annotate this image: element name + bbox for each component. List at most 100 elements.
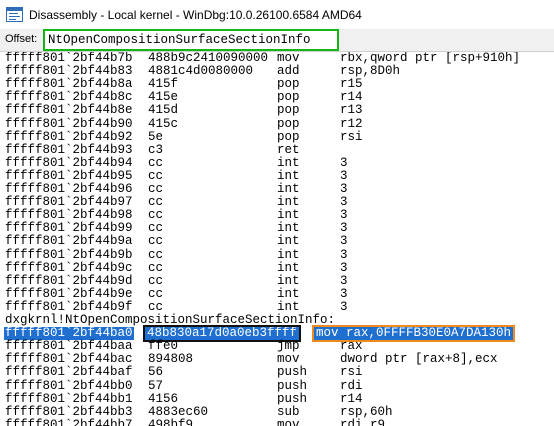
instruction-address: fffff801`2bf44baf [5, 365, 133, 380]
instruction-mnemonic: jmp [277, 339, 300, 354]
instruction-mnemonic: mov [277, 52, 300, 65]
instruction-bytes: cc [148, 234, 164, 249]
instruction-operands: r12 [340, 116, 363, 131]
instruction-operands: 3 [340, 286, 348, 301]
instruction-operands: rsi [340, 365, 363, 380]
instruction-operands: rdi [340, 378, 363, 393]
instruction-bytes: 4881c4d0080000 [148, 64, 254, 79]
instruction-mnemonic: add [277, 64, 300, 79]
instruction-bytes: 488b9c2410090000 [148, 52, 269, 65]
instruction-mnemonic: sub [277, 404, 300, 419]
instruction-operands: r14 [340, 391, 363, 406]
instruction-mnemonic: int [277, 247, 300, 262]
instruction-address: fffff801`2bf44b95 [5, 168, 133, 183]
window-title: Disassembly - Local kernel - WinDbg:10.0… [29, 7, 362, 22]
instruction-operands: dword ptr [rax+8],ecx [340, 352, 498, 367]
instruction-bytes: 57 [148, 378, 164, 393]
instruction-address: fffff801`2bf44b8a [5, 77, 133, 92]
instruction-address: fffff801`2bf44b92 [5, 129, 133, 144]
instruction-bytes: 498bf9 [148, 417, 194, 426]
instruction-operands: rbx,qword ptr [rsp+910h] [340, 52, 521, 65]
instruction-mnemonic: pop [277, 90, 300, 105]
instruction-operands: 3 [340, 208, 348, 223]
instruction-address: fffff801`2bf44bb7 [5, 417, 133, 426]
offset-bar: Offset: NtOpenCompositionSurfaceSectionI… [0, 29, 554, 52]
instruction-address: fffff801`2bf44b8c [5, 90, 133, 105]
instruction-mnemonic: ret [277, 142, 300, 157]
instruction-address: fffff801`2bf44b9d [5, 273, 133, 288]
offset-label: Offset: [5, 33, 38, 45]
current-instruction-bytes: 48b830a17d0a0eb3ffff [142, 325, 302, 343]
instruction-operands: 3 [340, 182, 348, 196]
instruction-operands: r15 [340, 77, 363, 92]
instruction-address: fffff801`2bf44bb3 [5, 404, 133, 419]
instruction-bytes: 415e [148, 90, 179, 105]
instruction-bytes: 56 [148, 365, 164, 380]
instruction-bytes: 5e [148, 129, 164, 144]
instruction-bytes: c3 [148, 142, 164, 157]
instruction-mnemonic: int [277, 221, 300, 236]
instruction-address: fffff801`2bf44b90 [5, 116, 133, 131]
instruction-bytes: cc [148, 221, 164, 236]
current-instruction-address: fffff801`2bf44ba0 [4, 326, 134, 341]
instruction-bytes: cc [148, 273, 164, 288]
instruction-bytes: cc [148, 286, 164, 301]
instruction-operands: 3 [340, 299, 348, 314]
instruction-mnemonic: pop [277, 129, 300, 144]
instruction-operands: r13 [340, 103, 363, 118]
instruction-mnemonic: int [277, 155, 300, 170]
disassembly-view[interactable]: fffff801`2bf44b7b 488b9c2410090000 mov rbx,… [0, 52, 554, 426]
instruction-address: fffff801`2bf44bb1 [5, 391, 133, 406]
instruction-address: fffff801`2bf44bb0 [5, 378, 133, 393]
disassembly-window-icon [6, 7, 23, 22]
instruction-operands: 3 [340, 155, 348, 170]
instruction-operands: 3 [340, 234, 348, 249]
instruction-operands: r14 [340, 90, 363, 105]
instruction-address: fffff801`2bf44b7b [5, 52, 133, 65]
symbol-label: dxgkrnl!NtOpenCompositionSurfaceSectionI… [5, 313, 336, 327]
instruction-bytes: cc [148, 182, 164, 196]
instruction-address: fffff801`2bf44b9c [5, 260, 133, 275]
instruction-bytes: cc [148, 168, 164, 183]
instruction-address: fffff801`2bf44b8e [5, 103, 133, 118]
instruction-bytes: 415d [148, 103, 179, 118]
instruction-mnemonic: pop [277, 103, 300, 118]
instruction-bytes: 415c [148, 116, 179, 131]
instruction-mnemonic: int [277, 260, 300, 275]
instruction-operands: rsp,60h [340, 404, 393, 419]
instruction-address: fffff801`2bf44b94 [5, 155, 133, 170]
instruction-operands: 3 [340, 260, 348, 275]
current-instruction-text: mov rax,0FFFFB30E0A7DA130h [311, 325, 516, 343]
instruction-mnemonic: int [277, 286, 300, 301]
instruction-address: fffff801`2bf44bac [5, 352, 133, 367]
instruction-bytes: ffe0 [148, 339, 179, 354]
instruction-operands: rdi,r9 [340, 417, 386, 426]
instruction-bytes: cc [148, 260, 164, 275]
instruction-operands: rsi [340, 129, 363, 144]
instruction-mnemonic: pop [277, 77, 300, 92]
title-bar: Disassembly - Local kernel - WinDbg:10.0… [0, 0, 554, 29]
instruction-operands: 3 [340, 273, 348, 288]
instruction-mnemonic: int [277, 195, 300, 210]
instruction-address: fffff801`2bf44b83 [5, 64, 133, 79]
instruction-address: fffff801`2bf44b97 [5, 195, 133, 210]
instruction-operands: rax [340, 339, 363, 354]
instruction-mnemonic: int [277, 299, 300, 314]
instruction-mnemonic: int [277, 182, 300, 196]
instruction-operands: 3 [340, 195, 348, 210]
instruction-bytes: cc [148, 195, 164, 210]
instruction-address: fffff801`2bf44b9b [5, 247, 133, 262]
instruction-operands: rsp,8D0h [340, 64, 401, 79]
instruction-address: fffff801`2bf44b9a [5, 234, 133, 249]
offset-input[interactable]: NtOpenCompositionSurfaceSectionInfo [43, 29, 339, 51]
instruction-address: fffff801`2bf44b98 [5, 208, 133, 223]
instruction-operands: 3 [340, 221, 348, 236]
instruction-bytes: 4883ec60 [148, 404, 209, 419]
instruction-bytes: 894808 [148, 352, 194, 367]
instruction-address: fffff801`2bf44baa [5, 339, 133, 354]
instruction-mnemonic: pop [277, 116, 300, 131]
instruction-bytes: cc [148, 247, 164, 262]
instruction-bytes: cc [148, 155, 164, 170]
instruction-mnemonic: int [277, 273, 300, 288]
instruction-address: fffff801`2bf44b99 [5, 221, 133, 236]
